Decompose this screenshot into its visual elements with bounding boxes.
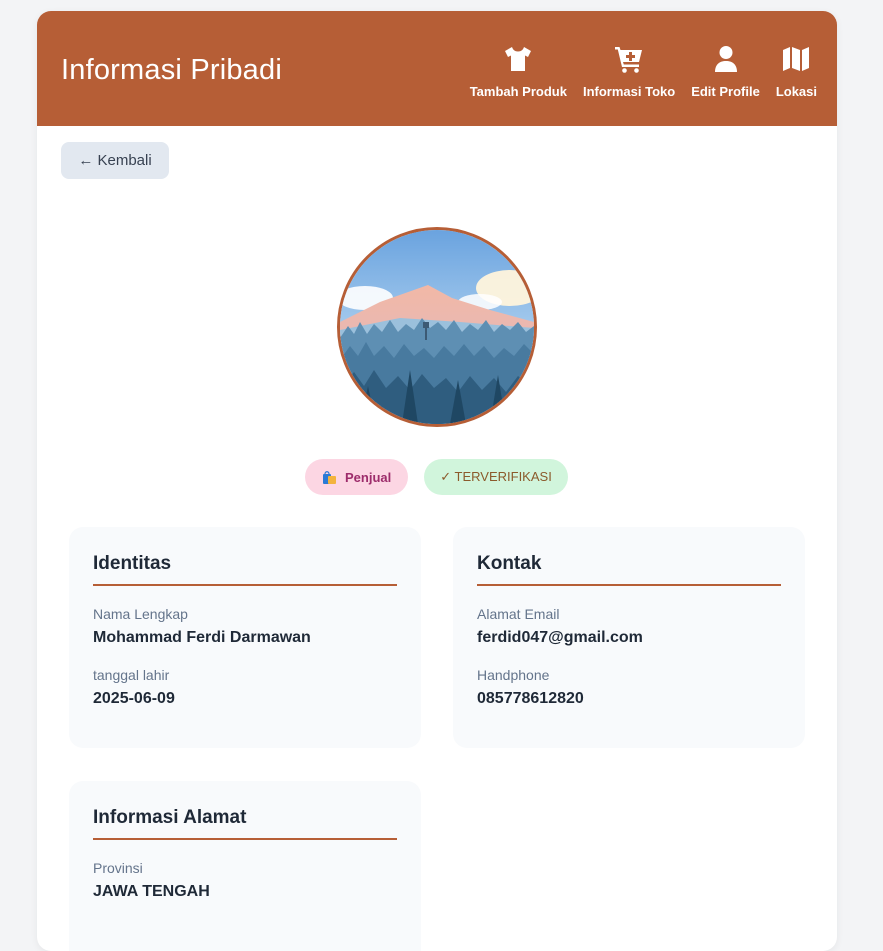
back-button[interactable]: ← Kembali [61,142,169,179]
header-bar: Informasi Pribadi Tambah Produk Informas… [37,11,837,126]
role-badge-label: Penjual [345,469,392,485]
section-divider [93,584,397,586]
field-value: JAWA TENGAH [93,883,210,900]
field-label: tanggal lahir [93,667,170,683]
page-title: Informasi Pribadi [61,54,282,86]
nav-lokasi[interactable]: Lokasi [776,44,817,99]
nav-label: Informasi Toko [582,84,676,99]
alamat-section: Informasi Alamat Provinsi JAWA TENGAH [69,781,421,951]
verified-badge: ✓ TERVERIFIKASI [424,459,568,495]
field-value: 085778612820 [477,690,584,707]
field-label: Handphone [477,667,550,683]
nav-label: Edit Profile [691,84,760,99]
kontak-section: Kontak Alamat Email ferdid047@gmail.com … [453,527,805,748]
field-label: Provinsi [93,860,143,876]
user-icon [714,46,737,72]
section-divider [477,584,781,586]
header-nav: Tambah Produk Informasi Toko Edit Profil… [470,44,817,99]
avatar [337,227,537,427]
nav-label: Lokasi [775,84,817,99]
section-title: Informasi Alamat [93,807,247,828]
field-value: ferdid047@gmail.com [477,629,643,646]
landscape-avatar-image [340,230,534,424]
field-value: Mohammad Ferdi Darmawan [93,629,311,646]
cart-plus-icon [615,47,643,73]
section-title: Identitas [93,553,172,574]
shopping-bags-icon [322,470,337,485]
nav-edit-profile[interactable]: Edit Profile [691,44,760,99]
nav-label: Tambah Produk [469,84,567,99]
section-title: Kontak [477,553,542,574]
field-value: 2025-06-09 [93,690,175,707]
tshirt-icon [505,47,532,71]
nav-informasi-toko[interactable]: Informasi Toko [583,44,675,99]
section-divider [93,838,397,840]
map-icon [783,47,810,71]
field-label: Nama Lengkap [93,606,188,622]
identitas-section: Identitas Nama Lengkap Mohammad Ferdi Da… [69,527,421,748]
role-badge: Penjual [305,459,409,495]
nav-tambah-produk[interactable]: Tambah Produk [470,44,567,99]
field-label: Alamat Email [477,606,560,622]
profile-card: Informasi Pribadi Tambah Produk Informas… [37,11,837,951]
badge-row: Penjual ✓ TERVERIFIKASI [305,459,568,495]
